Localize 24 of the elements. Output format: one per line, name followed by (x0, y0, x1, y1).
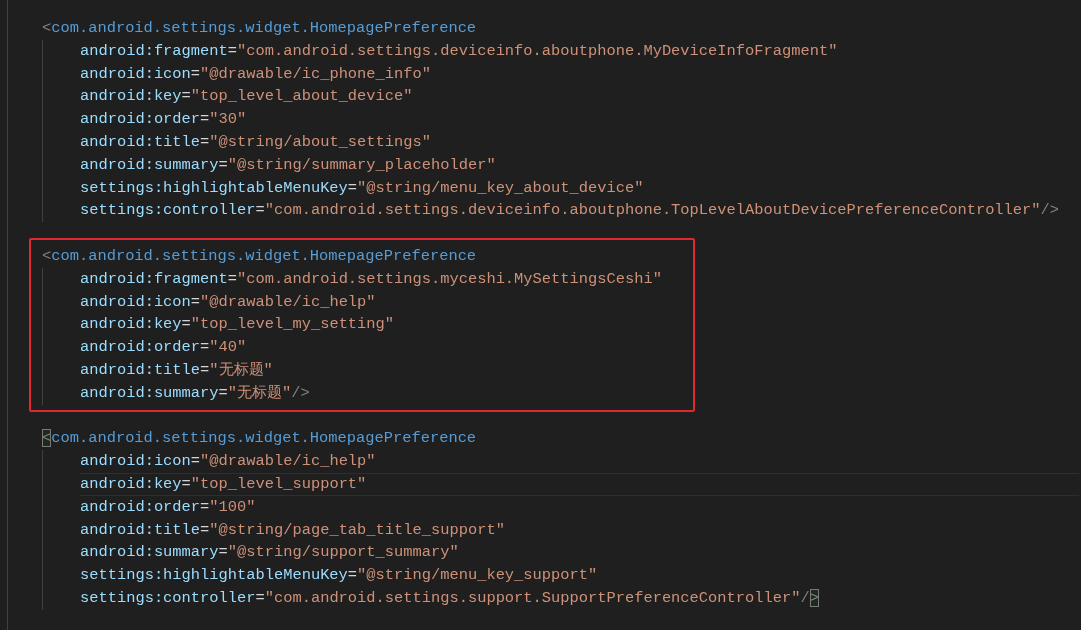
code-line: android:order="40" (80, 337, 248, 359)
code-line: android:icon="@drawable/ic_help" (80, 291, 377, 313)
code-line: <com.android.settings.widget.HomepagePreference (42, 428, 478, 450)
code-line: <com.android.settings.widget.HomepagePreference (42, 18, 478, 39)
code-line: settings:highlightableMenuKey="@string/menu_key_about_device" (80, 177, 645, 199)
code-line: android:key="top_level_about_device" (80, 86, 414, 108)
code-line: android:summary="@string/summary_placeholder" (80, 154, 497, 176)
code-line: android:title="无标题" (80, 359, 274, 381)
code-line: android:summary="@string/support_summary" (80, 542, 460, 564)
code-line: android:fragment="com.android.settings.deviceinfo.aboutphone.MyDeviceInfoFragment" (80, 40, 839, 62)
code-line: android:icon="@drawable/ic_help" (80, 451, 377, 473)
code-line: settings:controller="com.android.settings.deviceinfo.aboutphone.TopLevelAboutDevicePreferenceController"/> (80, 200, 1061, 222)
code-line: android:title="@string/page_tab_title_support" (80, 519, 506, 541)
code-line: android:order="100" (80, 496, 257, 518)
code-line: settings:highlightableMenuKey="@string/menu_key_support" (80, 565, 599, 587)
code-line: android:icon="@drawable/ic_phone_info" (80, 63, 432, 85)
code-line: android:fragment="com.android.settings.myceshi.MySettingsCeshi" (80, 268, 663, 290)
code-line: settings:controller="com.android.settings.support.SupportPreferenceController"/> (80, 587, 820, 609)
code-line: android:order="30" (80, 109, 248, 131)
code-line: android:title="@string/about_settings" (80, 132, 432, 153)
code-line: android:key="top_level_my_setting" (80, 314, 396, 336)
code-line: <com.android.settings.widget.HomepagePreference (42, 245, 478, 267)
code-line: android:summary="无标题"/> (80, 382, 311, 404)
code-line: android:key="top_level_support" (80, 472, 1079, 496)
